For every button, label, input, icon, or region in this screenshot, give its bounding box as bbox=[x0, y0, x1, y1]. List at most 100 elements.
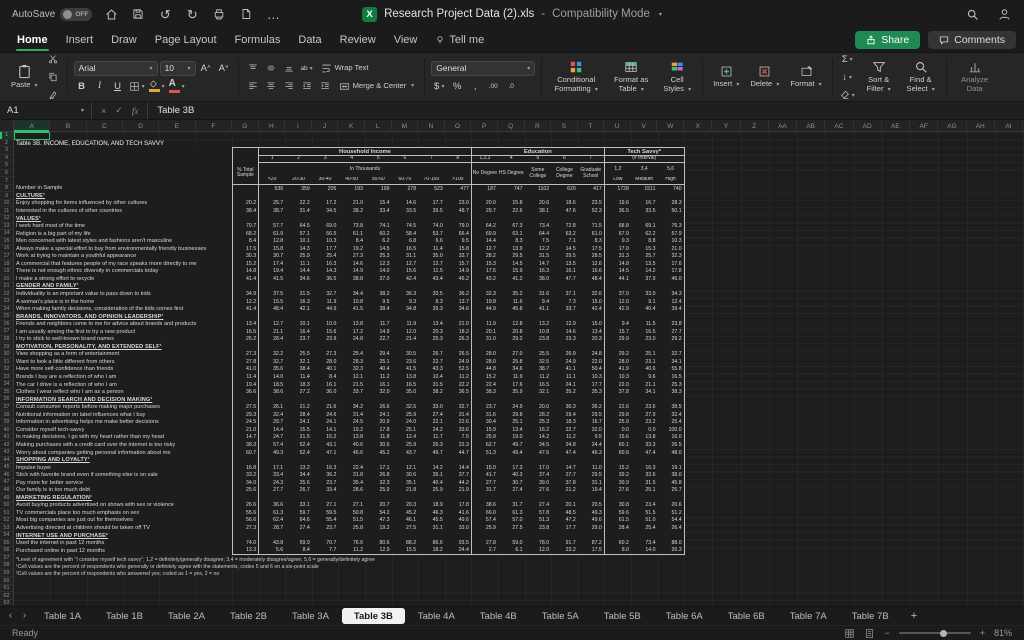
cell[interactable]: 33.0 bbox=[444, 524, 472, 532]
cell[interactable]: 34.2 bbox=[338, 403, 365, 411]
cell[interactable]: 8.4 bbox=[338, 237, 365, 245]
cell[interactable]: 12.2 bbox=[525, 245, 552, 253]
cell[interactable]: 13.2 bbox=[285, 464, 312, 472]
cell[interactable]: 16.0 bbox=[657, 433, 685, 442]
cell[interactable]: 33.6 bbox=[444, 426, 472, 434]
insert-function-icon[interactable]: fx bbox=[132, 106, 139, 116]
sheet-tab-table-3b[interactable]: Table 3B bbox=[341, 608, 405, 624]
cell[interactable]: 14.7 bbox=[525, 260, 552, 268]
row-header-29[interactable]: 29 bbox=[0, 343, 13, 351]
cell[interactable]: 32.3 bbox=[365, 479, 392, 487]
cell[interactable]: 18.3 bbox=[551, 419, 578, 427]
column-header-af[interactable]: AF bbox=[910, 120, 939, 132]
row-header-39[interactable]: 39 bbox=[0, 419, 13, 427]
cell[interactable] bbox=[444, 192, 472, 200]
cell[interactable] bbox=[392, 313, 419, 321]
cell[interactable]: 6.6 bbox=[418, 237, 445, 245]
cell[interactable]: 51.3 bbox=[471, 449, 498, 457]
ribbon-tab-draw[interactable]: Draw bbox=[102, 30, 146, 52]
cell[interactable]: 24.4 bbox=[577, 441, 605, 449]
row-header-19[interactable]: 19 bbox=[0, 268, 13, 276]
cell[interactable]: 67.3 bbox=[498, 222, 525, 230]
cell[interactable]: 30.7 bbox=[498, 479, 525, 487]
wrap-text-button[interactable]: Wrap Text bbox=[317, 61, 373, 76]
cell[interactable]: 27.3 bbox=[338, 253, 365, 261]
zoom-in-icon[interactable]: + bbox=[980, 628, 985, 638]
cell[interactable]: 16.1 bbox=[365, 381, 392, 389]
cell[interactable] bbox=[338, 343, 365, 351]
cell[interactable]: 32.1 bbox=[525, 388, 552, 396]
cell[interactable] bbox=[577, 494, 605, 502]
cell[interactable]: 23.7 bbox=[312, 479, 339, 487]
sort-filter-button[interactable]: Sort & Filter ▾ bbox=[859, 58, 899, 96]
row-label[interactable]: Pay more for better service bbox=[14, 479, 232, 487]
cell[interactable]: 60.2 bbox=[365, 230, 392, 238]
ribbon-tab-home[interactable]: Home bbox=[8, 30, 57, 52]
cell[interactable] bbox=[498, 283, 525, 291]
cell[interactable]: 17.1 bbox=[365, 464, 392, 472]
row-label[interactable]: Men concerned with latest styles and fas… bbox=[14, 237, 232, 245]
cell[interactable]: 45.8 bbox=[498, 305, 525, 313]
ribbon-tab-view[interactable]: View bbox=[385, 30, 427, 52]
cell[interactable]: 25.7 bbox=[631, 253, 658, 261]
cell[interactable]: 25.7 bbox=[657, 486, 685, 495]
cell[interactable]: 40.4 bbox=[418, 479, 445, 487]
cell[interactable]: 14.0 bbox=[630, 546, 658, 555]
cell[interactable]: 34.6 bbox=[285, 275, 312, 283]
cell[interactable] bbox=[312, 532, 339, 540]
cell[interactable]: 49.3 bbox=[577, 509, 605, 517]
cell[interactable]: 740 bbox=[657, 184, 685, 193]
cell[interactable]: 26.3 bbox=[444, 335, 472, 344]
cell[interactable]: 13.5 bbox=[551, 260, 578, 268]
fill-button[interactable]: ↓ ▾ bbox=[839, 70, 856, 85]
cell[interactable]: 199 bbox=[365, 185, 392, 193]
cell[interactable]: 15.2 bbox=[231, 260, 260, 268]
row-header-6[interactable]: 6 bbox=[0, 170, 13, 178]
cell[interactable]: 50.1 bbox=[657, 207, 685, 215]
cell[interactable]: 16.1 bbox=[312, 381, 339, 389]
cell[interactable]: 14.2 bbox=[631, 268, 658, 276]
cell[interactable]: 11.4 bbox=[231, 373, 260, 381]
cell[interactable] bbox=[365, 215, 392, 223]
row-header-55[interactable]: 55 bbox=[0, 540, 13, 548]
row-label[interactable]: In making decisions, I go with my heart … bbox=[14, 434, 232, 442]
cell[interactable] bbox=[551, 343, 578, 351]
row-header-51[interactable]: 51 bbox=[0, 509, 13, 517]
cell[interactable]: 15.0 bbox=[471, 464, 498, 472]
cell[interactable]: 33.7 bbox=[444, 252, 472, 261]
row-label[interactable]: Interested in the cultures of other coun… bbox=[14, 207, 232, 215]
cell[interactable]: 14.5 bbox=[551, 245, 578, 253]
cell[interactable]: 18.2 bbox=[418, 546, 445, 555]
row-header-36[interactable]: 36 bbox=[0, 396, 13, 404]
cell[interactable]: 62.4 bbox=[259, 517, 286, 525]
cell[interactable]: 21.8 bbox=[392, 486, 419, 494]
cell[interactable]: 31.7 bbox=[498, 502, 525, 510]
cell[interactable]: 23.2 bbox=[631, 419, 658, 427]
cell[interactable]: 41.5 bbox=[392, 366, 419, 374]
cell[interactable]: 35.1 bbox=[418, 471, 445, 479]
cell[interactable]: 6.2 bbox=[365, 237, 392, 245]
cell[interactable]: 25.3 bbox=[418, 336, 445, 344]
cell[interactable]: 15.7 bbox=[444, 260, 472, 268]
cell[interactable]: 15.5 bbox=[285, 426, 312, 434]
cell[interactable]: 14.4 bbox=[285, 268, 312, 276]
cell[interactable]: 41.7 bbox=[471, 471, 498, 479]
cell[interactable] bbox=[604, 283, 631, 291]
sheet-nav-left-icon[interactable]: ‹ bbox=[4, 611, 17, 621]
column-header-aa[interactable]: AA bbox=[769, 120, 798, 132]
cell[interactable]: 16.1 bbox=[551, 268, 578, 276]
cell[interactable]: 63.2 bbox=[551, 230, 578, 238]
cell[interactable]: 20.1 bbox=[471, 328, 498, 336]
row-header-59[interactable]: 59 bbox=[0, 570, 13, 578]
cell[interactable]: 25.5 bbox=[285, 351, 312, 359]
cell[interactable]: 36.5 bbox=[444, 388, 472, 396]
cell[interactable]: 15.5 bbox=[391, 546, 419, 555]
cell[interactable]: 11.1 bbox=[551, 373, 578, 381]
namebox-chevron-icon[interactable]: ▾ bbox=[81, 107, 84, 114]
row-header-34[interactable]: 34 bbox=[0, 381, 13, 389]
cell[interactable] bbox=[498, 532, 525, 540]
cell[interactable]: 34.9 bbox=[231, 290, 260, 298]
cell[interactable]: 21.2 bbox=[285, 403, 312, 411]
cell[interactable]: 61.1 bbox=[338, 230, 365, 238]
cell[interactable]: 1102 bbox=[525, 185, 552, 193]
